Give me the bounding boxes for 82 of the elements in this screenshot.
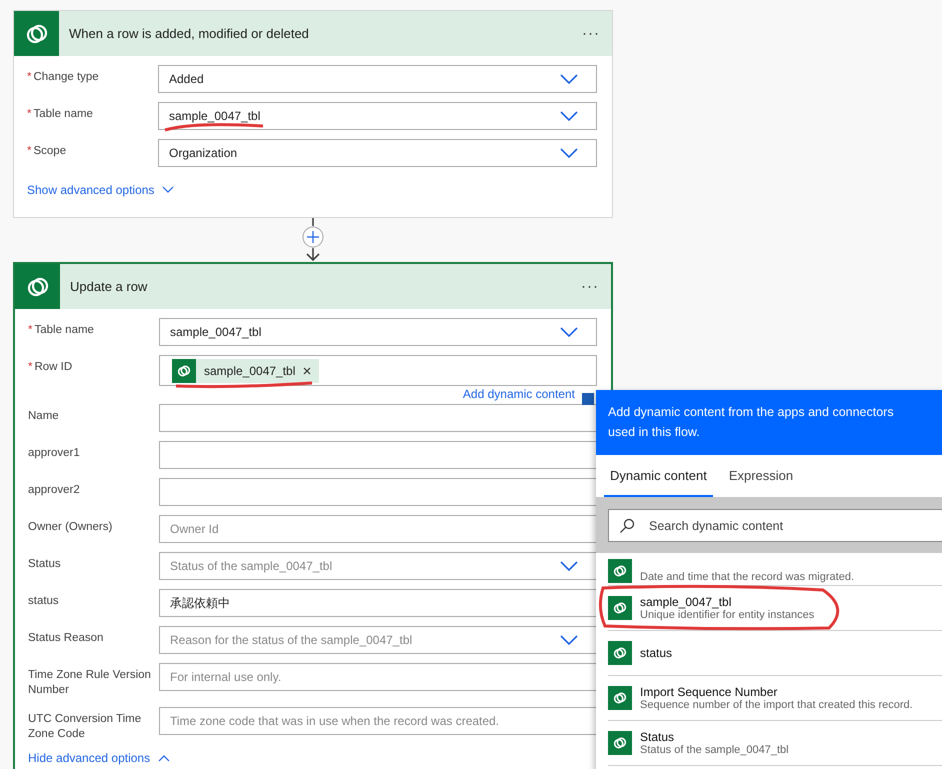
field-label: * Row ID [28,360,74,375]
input-field[interactable]: Owner Id [159,515,597,543]
field-value: 承認依頼中 [170,594,231,612]
panel-header-text: Add dynamic content from the apps and connectors used in this flow. [608,404,895,441]
field-label: Time Zone Rule Version Number [28,668,152,698]
chevron-icon [158,754,170,762]
field-placeholder: Time zone code that was in use when the record was created. [170,714,500,728]
field-label: * Table name [27,107,94,122]
field-label: * Scope [27,144,68,159]
chevron-down-icon [560,74,578,84]
card-title: When a row is added, modified or deleted [68,26,310,41]
item-title: sample_0047_tbl [640,595,732,609]
card-title: Update a row [69,279,148,294]
add-dynamic-content-link[interactable]: Add dynamic content [462,387,575,401]
input-field[interactable] [159,478,597,506]
field-label: approver2 [28,483,81,498]
hide-advanced-options-link[interactable]: Hide advanced options [28,751,170,765]
popup-pointer-icon [582,393,594,405]
search-field[interactable]: Search dynamic content [608,509,942,542]
search-placeholder: Search dynamic content [649,518,784,532]
field-label: UTC Conversion Time Zone Code [28,712,142,742]
search-icon [619,518,635,534]
dropdown-field[interactable]: Organization [158,139,597,167]
chevron-down-icon [560,148,578,158]
item-description: Unique identifier for entity instances [640,609,814,621]
field-placeholder: For internal use only. [170,670,282,684]
dynamic-content-item[interactable]: Import Sequence Number Sequence number of the import that created this record. [608,676,942,721]
item-title: Import Sequence Number [640,685,778,699]
item-description: Status of the sample_0047_tbl [640,744,789,756]
add-step-connector[interactable] [300,218,326,262]
dropdown-field[interactable]: Reason for the status of the sample_0047_tbl [159,626,597,654]
token-label: sample_0047_tbl [204,364,296,378]
dataverse-icon [608,641,632,665]
dropdown-field[interactable]: sample_0047_tbl [159,318,597,346]
dynamic-content-item[interactable]: Date and time that the record was migrated. [608,553,942,586]
field-placeholder: Reason for the status of the sample_0047_tbl [170,633,414,647]
input-field[interactable] [159,404,597,432]
field-label: Status Reason [28,631,104,646]
input-field[interactable]: sample_0047_tbl [159,355,597,386]
field-label: status [28,594,60,609]
field-label: Status [28,557,62,572]
dynamic-content-item[interactable]: Status Status of the sample_0047_tbl [608,721,942,766]
chevron-down-icon [560,327,578,337]
dropdown-field[interactable]: Status of the sample_0047_tbl [159,552,597,580]
field-value: sample_0047_tbl [170,325,262,339]
field-value: Organization [169,146,238,160]
panel-tab[interactable]: Expression [722,455,800,497]
field-label: Name [28,409,60,424]
chevron-down-icon [560,111,578,121]
input-field[interactable]: For internal use only. [159,663,597,691]
dynamic-content-item[interactable]: status [608,631,942,676]
chevron-icon [162,186,174,194]
field-label: approver1 [28,446,81,461]
field-value: sample_0047_tbl [169,109,262,123]
item-description: Date and time that the record was migrated. [640,571,854,583]
dropdown-field[interactable]: sample_0047_tbl [158,102,597,130]
chevron-down-icon [560,561,578,571]
dynamic-content-item[interactable]: sample_0047_tbl Unique identifier for entity instances [608,586,942,631]
field-placeholder: Owner Id [170,522,220,536]
field-label: * Change type [27,70,100,85]
close-icon[interactable] [303,366,312,374]
dropdown-field[interactable]: Added [158,65,597,93]
field-label: Owner (Owners) [28,520,114,535]
show-advanced-options-link[interactable]: Show advanced options [27,183,174,197]
dataverse-icon [172,358,196,382]
field-value: Added [169,72,205,86]
field-label: * Table name [28,323,95,338]
item-description: Sequence number of the import that created this record. [640,699,913,711]
field-placeholder: Status of the sample_0047_tbl [170,559,334,573]
more-menu-button[interactable]: ··· [581,278,599,295]
dataverse-icon [608,731,632,755]
item-title: status [640,646,672,660]
chevron-down-icon [560,635,578,645]
input-field[interactable] [159,441,597,469]
more-menu-button[interactable]: ··· [582,25,600,42]
dataverse-icon [608,596,632,620]
item-title: Status [640,730,676,744]
token-chip[interactable]: sample_0047_tbl [172,358,320,382]
dataverse-icon [608,559,632,583]
input-field[interactable]: 承認依頼中 [159,589,597,617]
dataverse-icon [608,686,632,710]
input-field[interactable]: Time zone code that was in use when the record was created. [159,707,597,735]
